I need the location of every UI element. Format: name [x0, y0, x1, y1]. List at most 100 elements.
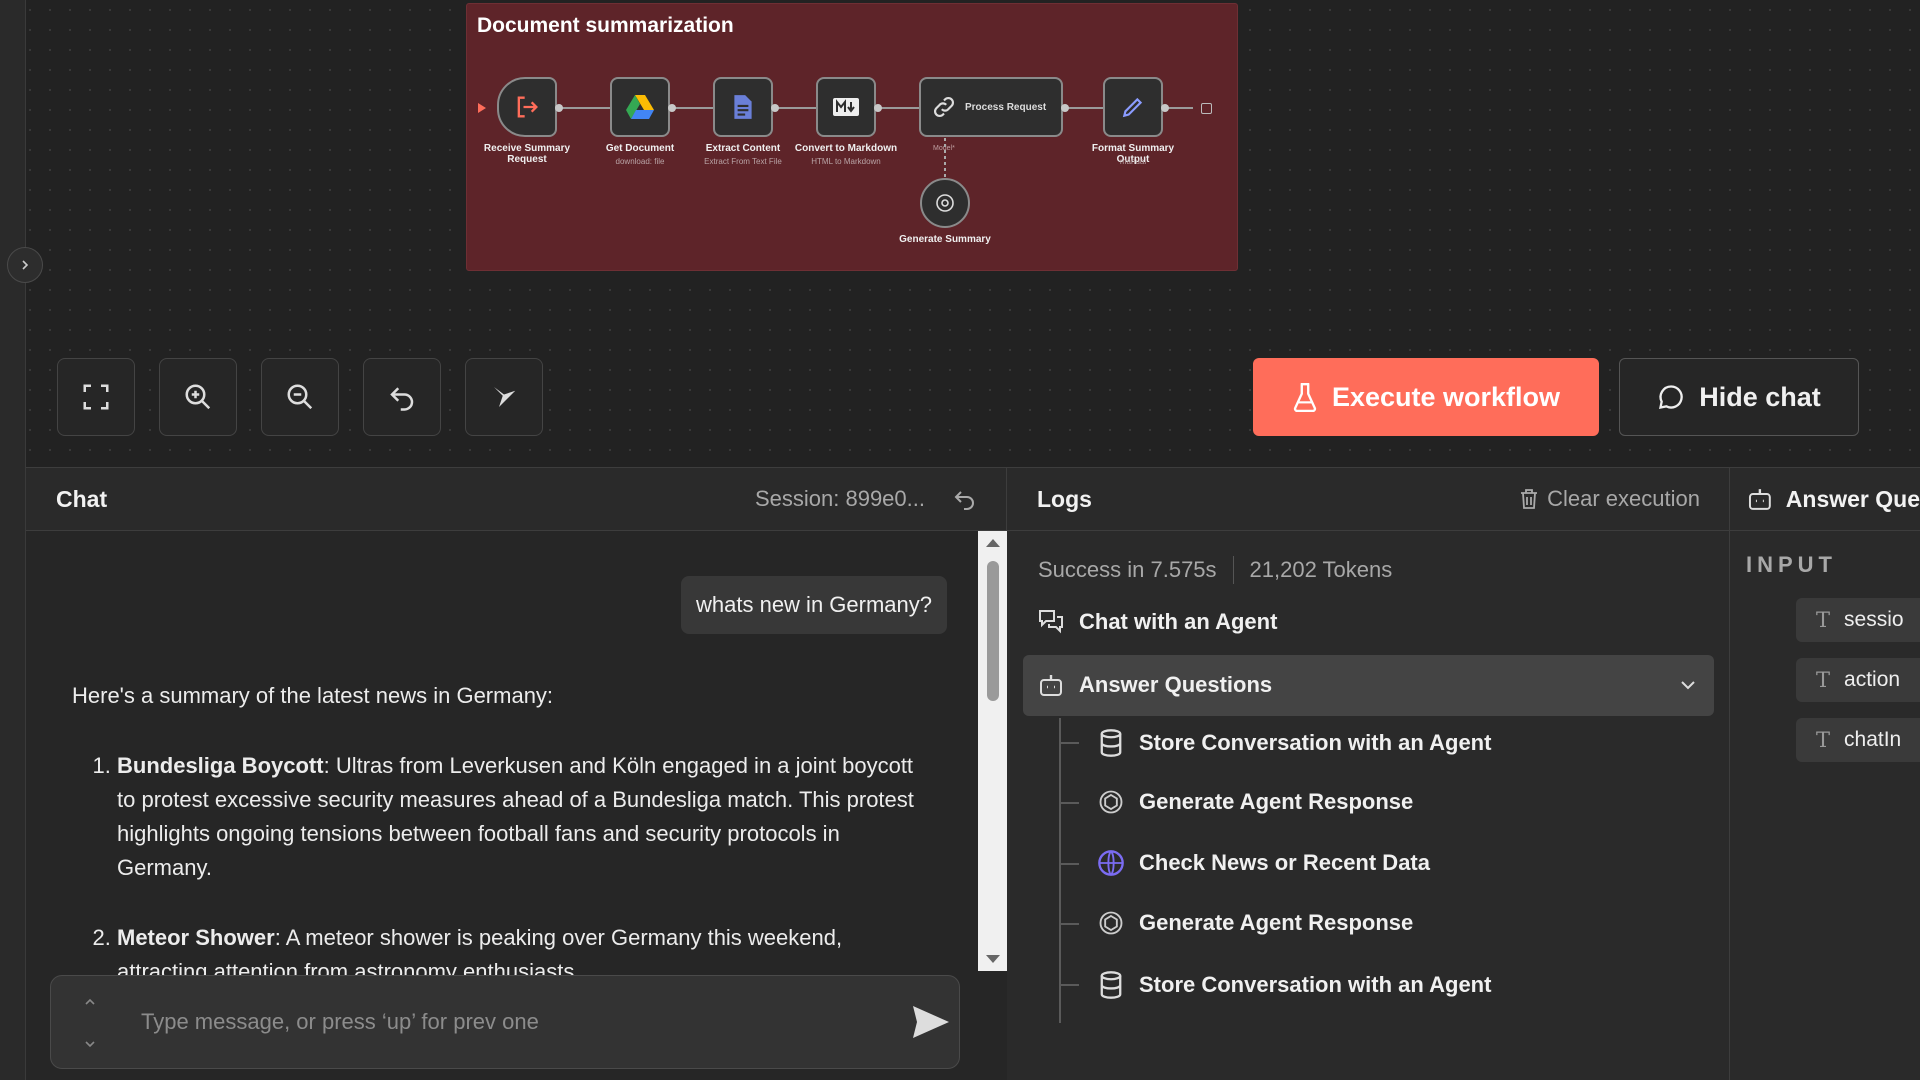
log-item-generate-response[interactable]: Generate Agent Response [1097, 909, 1413, 937]
logs-title: Logs [1037, 485, 1092, 512]
bot-message: Here's a summary of the latest news in G… [72, 679, 932, 1025]
chat-scrollbar[interactable] [978, 531, 1007, 971]
tree-line [1059, 863, 1079, 865]
scroll-down-icon[interactable] [986, 955, 1000, 963]
robot-icon [1748, 489, 1771, 510]
chat-input-box[interactable] [50, 975, 960, 1069]
chat-header: Chat Session: 899e0... [26, 468, 1007, 531]
node-process-request[interactable]: Process Request [919, 77, 1063, 137]
history-arrows-icon[interactable] [83, 996, 97, 1050]
file-extract-icon [734, 95, 752, 119]
list-item: Bundesliga Boycott: Ultras from Leverkus… [117, 749, 932, 885]
tree-line [1059, 718, 1061, 1023]
zoom-out-button[interactable] [261, 358, 339, 436]
log-item-chat-with-agent[interactable]: Chat with an Agent [1037, 608, 1277, 636]
node-inline-label: Process Request [965, 101, 1047, 113]
bot-intro: Here's a summary of the latest news in G… [72, 683, 554, 708]
scroll-thumb[interactable] [987, 561, 999, 701]
openai-icon [1099, 911, 1123, 935]
input-section-label: INPUT [1746, 552, 1837, 577]
output-port[interactable] [874, 104, 882, 112]
undo-button[interactable] [363, 358, 441, 436]
zoom-in-icon [185, 384, 211, 410]
logs-header: Logs Clear execution [1007, 468, 1730, 531]
node-subtitle: download: file [615, 157, 665, 166]
globe-icon [1098, 850, 1124, 876]
output-port[interactable] [771, 104, 779, 112]
hide-chat-label: Hide chat [1699, 381, 1821, 412]
node-receive-summary-request[interactable] [497, 77, 557, 137]
trash-icon [1521, 489, 1538, 509]
chevron-down-icon[interactable] [1679, 679, 1697, 691]
input-field-chip[interactable]: T sessio [1796, 598, 1920, 642]
hide-chat-button[interactable]: Hide chat [1619, 358, 1859, 436]
output-port[interactable] [1161, 104, 1169, 112]
link-icon [934, 97, 954, 117]
sticky-note[interactable]: Document summarization Receive Summary R… [466, 3, 1238, 271]
tree-line [1059, 742, 1079, 744]
sticky-note-title: Document summarization [477, 14, 734, 37]
output-port[interactable] [555, 104, 563, 112]
openai-icon [1099, 790, 1123, 814]
tree-line [1059, 984, 1079, 986]
token-count: 21,202 Tokens [1249, 557, 1393, 582]
node-generate-summary[interactable] [920, 178, 970, 228]
log-item-label: Chat with an Agent [1079, 609, 1278, 634]
node-format-summary-output[interactable] [1103, 77, 1163, 137]
chevron-right-icon [22, 260, 29, 270]
node-get-document[interactable] [610, 77, 670, 137]
text-type-icon: T [1816, 608, 1831, 632]
undo-icon [390, 387, 414, 411]
bottom-panel: Chat Session: 899e0... whats new in Germ… [26, 467, 1920, 1080]
node-subtitle: manual [1119, 157, 1147, 166]
undo-icon [954, 491, 974, 510]
node-label: Generate Summary [899, 234, 991, 245]
log-item-label: Store Conversation with an Agent [1139, 730, 1492, 755]
input-field-name: action [1844, 668, 1901, 691]
log-item-store-conversation[interactable]: Store Conversation with an Agent [1097, 970, 1491, 1000]
fit-view-button[interactable] [57, 358, 135, 436]
input-field-chip[interactable]: T action [1796, 658, 1920, 702]
execution-summary: Success in 7.575s 21,202 Tokens [1038, 556, 1392, 584]
log-item-label: Answer Questions [1079, 672, 1273, 697]
text-type-icon: T [1816, 728, 1831, 752]
openai-icon [936, 194, 954, 212]
output-port[interactable] [668, 104, 676, 112]
add-node-port-icon[interactable] [1201, 103, 1212, 114]
google-drive-icon [626, 95, 654, 119]
node-convert-to-markdown[interactable] [816, 77, 876, 137]
clear-execution-label: Clear execution [1547, 486, 1700, 511]
output-port[interactable] [1061, 104, 1069, 112]
input-field-name: chatIn [1844, 728, 1902, 751]
reset-session-button[interactable] [953, 487, 977, 511]
log-item-generate-response[interactable]: Generate Agent Response [1097, 788, 1413, 816]
execute-workflow-label: Execute workflow [1331, 381, 1561, 412]
tidy-up-button[interactable] [465, 358, 543, 436]
zoom-out-icon [287, 384, 313, 410]
log-item-check-news[interactable]: Check News or Recent Data [1097, 849, 1430, 877]
node-extract-content[interactable] [713, 77, 773, 137]
log-item-answer-questions-content[interactable]: Answer Questions [1037, 671, 1697, 699]
log-item-store-conversation[interactable]: Store Conversation with an Agent [1097, 728, 1491, 758]
input-field-name: sessio [1844, 608, 1904, 631]
connection-line [1167, 107, 1193, 109]
robot-icon [1040, 675, 1062, 696]
chat-message-input[interactable] [141, 1004, 841, 1040]
sign-in-icon [517, 96, 538, 118]
node-subtitle: HTML to Markdown [811, 157, 881, 166]
expand-sidebar-button[interactable] [7, 247, 43, 283]
log-item-label: Store Conversation with an Agent [1139, 972, 1492, 997]
scroll-up-icon[interactable] [986, 539, 1000, 547]
input-field-chip[interactable]: T chatIn [1796, 718, 1920, 762]
markdown-icon [833, 98, 859, 116]
node-subtitle: Extract From Text File [704, 157, 782, 166]
send-icon[interactable] [911, 1004, 951, 1040]
zoom-in-button[interactable] [159, 358, 237, 436]
database-icon [1100, 729, 1122, 757]
logs-panel: Logs Clear execution Success in 7.575s 2… [1007, 468, 1730, 1080]
clear-execution-button[interactable]: Clear execution [1519, 486, 1700, 512]
database-icon [1100, 971, 1122, 999]
chat-panel: Chat Session: 899e0... whats new in Germ… [26, 468, 1007, 1080]
news-list: Bundesliga Boycott: Ultras from Leverkus… [72, 749, 932, 989]
execute-workflow-button[interactable]: Execute workflow [1253, 358, 1599, 436]
